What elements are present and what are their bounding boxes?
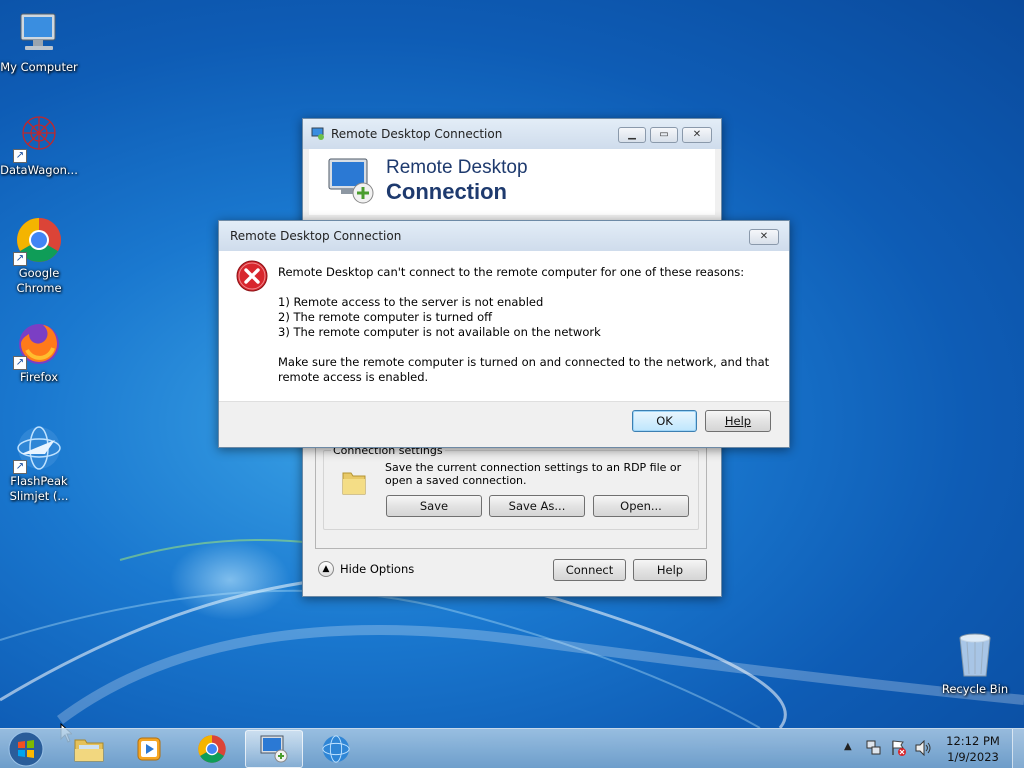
rdc-title-icon	[311, 127, 325, 141]
desktop-icon-datawagon[interactable]: ↗ DataWagon...	[0, 113, 78, 178]
windows-start-icon	[8, 731, 44, 767]
slimjet-globe-icon	[322, 735, 350, 763]
remote-desktop-icon	[260, 735, 288, 763]
rdc-window-title: Remote Desktop Connection	[331, 127, 503, 141]
desktop-icon-label: Firefox	[19, 370, 59, 384]
taskbar-slimjet[interactable]	[307, 730, 365, 768]
rdc-options-panel: Connection settings Save the current con…	[315, 437, 707, 549]
taskbar-file-explorer[interactable]	[60, 730, 118, 768]
save-as-button[interactable]: Save As...	[489, 495, 585, 517]
error-dialog: Remote Desktop Connection ✕ Remote Deskt…	[218, 220, 790, 448]
maximize-button[interactable]: ▭	[650, 127, 678, 143]
taskbar-media-player[interactable]	[120, 730, 178, 768]
datawagon-icon: ↗	[13, 113, 63, 163]
ok-button[interactable]: OK	[632, 410, 697, 432]
show-desktop-button[interactable]	[1012, 729, 1024, 768]
chevron-up-icon: ▲	[318, 561, 334, 577]
hide-options-label: Hide Options	[340, 562, 415, 576]
action-center-flag-icon[interactable]	[890, 739, 908, 760]
shortcut-arrow-icon: ↗	[13, 460, 27, 474]
error-footer-text: Make sure the remote computer is turned …	[278, 355, 770, 384]
desktop-icon-label: DataWagon...	[0, 163, 78, 177]
connect-button[interactable]: Connect	[553, 559, 626, 581]
error-dialog-button-bar: OK Help	[219, 401, 789, 447]
error-icon	[236, 260, 268, 292]
computer-icon	[15, 10, 63, 58]
hide-options-toggle[interactable]: ▲ Hide Options	[318, 561, 414, 577]
chrome-icon: ↗	[13, 216, 63, 266]
close-button[interactable]: ✕	[682, 127, 712, 143]
rdc-help-button[interactable]: Help	[633, 559, 707, 581]
error-help-button[interactable]: Help	[705, 410, 771, 432]
error-dialog-titlebar: Remote Desktop Connection	[219, 221, 789, 251]
volume-icon[interactable]	[914, 739, 932, 759]
tray-overflow-chevron-icon[interactable]: ▲	[844, 741, 852, 752]
save-button[interactable]: Save	[386, 495, 482, 517]
start-button[interactable]	[6, 730, 46, 768]
folder-icon	[74, 739, 104, 762]
minimize-button[interactable]: ▁	[618, 127, 646, 143]
desktop-icon-flashpeak-slimjet[interactable]: ↗ FlashPeak Slimjet (...	[0, 424, 78, 504]
reason-item: 3) The remote computer is not available …	[278, 325, 601, 339]
desktop-icon-label: Google Chrome	[16, 266, 62, 295]
media-player-icon	[137, 737, 161, 761]
error-dialog-close-button[interactable]: ✕	[749, 229, 779, 245]
error-message: Remote Desktop can't connect to the remo…	[278, 265, 745, 279]
desktop-icon-firefox[interactable]: ↗ Firefox	[0, 320, 78, 385]
shortcut-arrow-icon: ↗	[13, 149, 27, 163]
connection-settings-group: Connection settings Save the current con…	[323, 444, 699, 530]
rdc-banner-title-line2: Connection	[386, 179, 507, 204]
desktop-icon-label: My Computer	[0, 60, 78, 74]
rdc-logo-icon	[325, 155, 377, 207]
taskbar-remote-desktop[interactable]	[245, 730, 303, 768]
rdc-banner-title-line1: Remote Desktop	[386, 157, 528, 178]
desktop-icon-my-computer[interactable]: My Computer	[0, 10, 78, 75]
taskbar-chrome[interactable]	[183, 730, 241, 768]
shortcut-arrow-icon: ↗	[13, 356, 27, 370]
shortcut-arrow-icon: ↗	[13, 252, 27, 266]
clock[interactable]: 12:12 PM 1/9/2023	[940, 733, 1006, 765]
recycle-bin-icon	[951, 632, 999, 680]
connection-settings-text: Save the current connection settings to …	[385, 461, 682, 487]
firefox-icon: ↗	[13, 320, 63, 370]
folder-icon	[340, 467, 368, 497]
error-dialog-title: Remote Desktop Connection	[230, 229, 402, 243]
network-icon[interactable]	[866, 739, 882, 760]
taskbar: ▲ 12:12 PM 1/9/2023	[0, 728, 1024, 768]
desktop-icon-google-chrome[interactable]: ↗ Google Chrome	[0, 216, 78, 296]
desktop-icon-label: Recycle Bin	[941, 682, 1009, 696]
rdc-banner: Remote Desktop Connection	[309, 149, 715, 215]
open-button[interactable]: Open...	[593, 495, 689, 517]
chrome-icon	[198, 735, 226, 763]
clock-date: 1/9/2023	[947, 750, 999, 764]
desktop-icon-label: FlashPeak Slimjet (...	[9, 474, 69, 503]
slimjet-globe-icon: ↗	[13, 424, 63, 474]
reason-item: 1) Remote access to the server is not en…	[278, 295, 544, 309]
reason-item: 2) The remote computer is turned off	[278, 310, 493, 324]
clock-time: 12:12 PM	[946, 734, 1000, 748]
desktop-icon-recycle-bin[interactable]: Recycle Bin	[936, 632, 1014, 697]
